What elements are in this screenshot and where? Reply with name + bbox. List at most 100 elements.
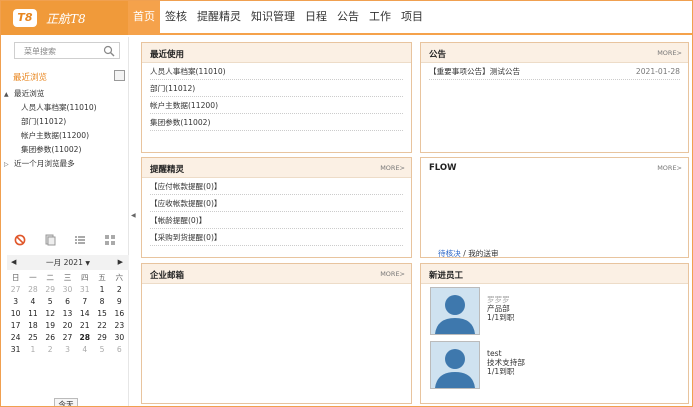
grid-icon[interactable] <box>104 234 116 246</box>
recent-settings-icon[interactable] <box>114 70 125 81</box>
calendar-day[interactable]: 29 <box>93 331 110 343</box>
more-link[interactable]: MORE> <box>380 164 405 172</box>
more-link[interactable]: MORE> <box>657 49 682 57</box>
calendar-day[interactable]: 19 <box>42 319 59 331</box>
top-bar: T8 正航T8 首页 签核 提醒精灵 知识管理 日程 公告 工作 项目 <box>1 1 692 35</box>
sidebar: 菜单搜索 最近浏览 ▲ 最近浏览 人员人事档案(11010) 部门(11012) … <box>1 37 129 406</box>
collapse-sidebar-icon[interactable]: ◀ <box>131 212 136 219</box>
new-staff-panel: 新进员工 罗罗罗 产品部 1/1到职 test 技术支持部 1/1到职 <box>420 263 689 404</box>
calendar-day[interactable]: 30 <box>111 331 128 343</box>
calendar-week: 10 11 12 13 14 15 16 <box>7 307 128 319</box>
calendar-day[interactable]: 9 <box>111 295 128 307</box>
calendar-day[interactable]: 3 <box>7 295 24 307</box>
calendar-day[interactable]: 22 <box>93 319 110 331</box>
reminder-item[interactable]: 【采购到货提醒(0)】 <box>150 229 403 246</box>
recent-item[interactable]: 集团参数(11002) <box>150 114 403 131</box>
calendar-day[interactable]: 6 <box>59 295 76 307</box>
calendar-day[interactable]: 21 <box>76 319 93 331</box>
my-submissions-link[interactable]: 我的送审 <box>468 249 498 258</box>
recent-item[interactable]: 帐户主数据(11200) <box>150 97 403 114</box>
calendar-day[interactable]: 15 <box>93 307 110 319</box>
list-icon[interactable] <box>74 234 86 246</box>
calendar-day[interactable]: 10 <box>7 307 24 319</box>
calendar-day[interactable]: 8 <box>93 295 110 307</box>
calendar-day[interactable]: 1 <box>93 283 110 295</box>
calendar-day-today[interactable]: 28 <box>76 331 93 343</box>
forbidden-icon[interactable] <box>14 234 26 246</box>
main-nav: 首页 签核 提醒精灵 知识管理 日程 公告 工作 项目 <box>128 1 428 35</box>
tree-node-recent[interactable]: ▲ 最近浏览 <box>4 87 126 101</box>
panel-header: 公告 MORE> <box>421 43 688 63</box>
calendar-day[interactable]: 31 <box>7 343 24 355</box>
calendar-day[interactable]: 23 <box>111 319 128 331</box>
calendar-day[interactable]: 3 <box>59 343 76 355</box>
calendar-day[interactable]: 31 <box>76 283 93 295</box>
tab-approval[interactable]: 签核 <box>160 1 192 35</box>
calendar-month-label[interactable]: 一月 2021 <box>46 258 83 267</box>
pending-link[interactable]: 待核决 <box>438 249 461 258</box>
next-month-icon[interactable]: ▶ <box>118 255 123 270</box>
document-icon[interactable] <box>44 234 56 246</box>
tree-node-most-viewed[interactable]: ▷ 近一个月浏览最多 <box>4 157 126 171</box>
tab-work[interactable]: 工作 <box>364 1 396 35</box>
calendar-day[interactable]: 14 <box>76 307 93 319</box>
calendar-day[interactable]: 17 <box>7 319 24 331</box>
today-button[interactable]: 今天 <box>54 398 78 406</box>
calendar-day[interactable]: 26 <box>42 331 59 343</box>
calendar-day[interactable]: 25 <box>24 331 41 343</box>
sidebar-splitter[interactable]: ◀ <box>130 37 138 406</box>
tree-item[interactable]: 人员人事档案(11010) <box>4 101 126 115</box>
reminder-panel: 提醒精灵 MORE> 【应付帐款提醒(0)】 【应收帐款提醒(0)】 【帐龄提醒(… <box>141 157 412 258</box>
calendar-day[interactable]: 24 <box>7 331 24 343</box>
calendar-day[interactable]: 2 <box>42 343 59 355</box>
tab-reminder[interactable]: 提醒精灵 <box>192 1 246 35</box>
reminder-item[interactable]: 【应付帐款提醒(0)】 <box>150 178 403 195</box>
tree-item[interactable]: 帐户主数据(11200) <box>4 129 126 143</box>
calendar-day[interactable]: 20 <box>59 319 76 331</box>
notice-item[interactable]: 【重要事项公告】测试公告 2021-01-28 <box>429 63 680 80</box>
recent-item[interactable]: 部门(11012) <box>150 80 403 97</box>
calendar-day[interactable]: 6 <box>111 343 128 355</box>
calendar-day[interactable]: 1 <box>24 343 41 355</box>
calendar-day[interactable]: 2 <box>111 283 128 295</box>
chevron-down-icon[interactable]: ▼ <box>85 260 90 267</box>
calendar-day[interactable]: 12 <box>42 307 59 319</box>
tab-notice[interactable]: 公告 <box>332 1 364 35</box>
calendar-day[interactable]: 27 <box>7 283 24 295</box>
calendar-day[interactable]: 5 <box>93 343 110 355</box>
tab-home[interactable]: 首页 <box>128 1 160 35</box>
staff-card[interactable]: test 技术支持部 1/1到职 <box>430 341 550 393</box>
calendar-day[interactable]: 11 <box>24 307 41 319</box>
tab-project[interactable]: 项目 <box>396 1 428 35</box>
more-link[interactable]: MORE> <box>657 164 682 172</box>
tab-knowledge[interactable]: 知识管理 <box>246 1 300 35</box>
calendar-day[interactable]: 4 <box>24 295 41 307</box>
app-logo[interactable]: T8 正航T8 <box>1 1 128 35</box>
calendar-week: 31 1 2 3 4 5 6 <box>7 343 128 355</box>
collapse-icon[interactable]: ▲ <box>4 88 14 102</box>
calendar-day[interactable]: 5 <box>42 295 59 307</box>
reminder-item[interactable]: 【帐龄提醒(0)】 <box>150 212 403 229</box>
calendar-day[interactable]: 13 <box>59 307 76 319</box>
search-icon[interactable] <box>103 45 115 57</box>
staff-card[interactable]: 罗罗罗 产品部 1/1到职 <box>430 287 550 339</box>
tree-item[interactable]: 集团参数(11002) <box>4 143 126 157</box>
calendar-day[interactable]: 27 <box>59 331 76 343</box>
panel-header: 企业邮箱 MORE> <box>142 264 411 284</box>
calendar-day[interactable]: 16 <box>111 307 128 319</box>
tab-schedule[interactable]: 日程 <box>300 1 332 35</box>
prev-month-icon[interactable]: ◀ <box>11 255 16 270</box>
calendar-day[interactable]: 18 <box>24 319 41 331</box>
reminder-item[interactable]: 【应收帐款提醒(0)】 <box>150 195 403 212</box>
calendar-day[interactable]: 4 <box>76 343 93 355</box>
avatar <box>430 341 480 389</box>
calendar-day[interactable]: 28 <box>24 283 41 295</box>
calendar-day[interactable]: 7 <box>76 295 93 307</box>
calendar-day[interactable]: 29 <box>42 283 59 295</box>
recent-item[interactable]: 人员人事档案(11010) <box>150 63 403 80</box>
more-link[interactable]: MORE> <box>380 270 405 278</box>
tree-item[interactable]: 部门(11012) <box>4 115 126 129</box>
expand-icon[interactable]: ▷ <box>4 158 14 172</box>
menu-search-input[interactable]: 菜单搜索 <box>14 42 120 59</box>
calendar-day[interactable]: 30 <box>59 283 76 295</box>
